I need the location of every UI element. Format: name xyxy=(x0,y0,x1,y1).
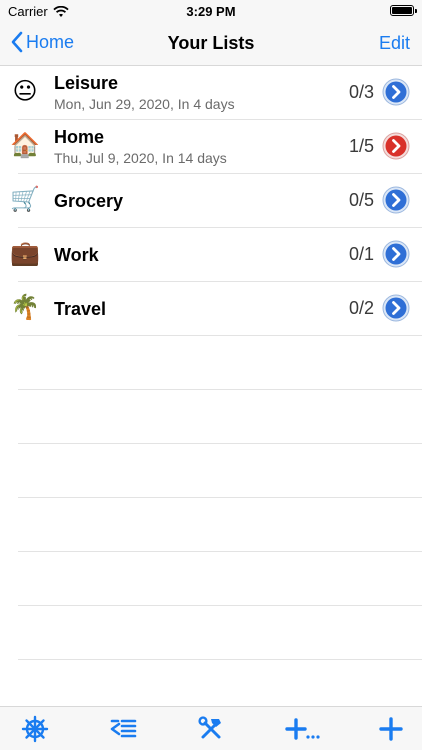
briefcase-icon: 💼 xyxy=(10,240,40,267)
empty-row xyxy=(0,552,422,606)
tools-icon[interactable] xyxy=(197,715,225,743)
list-row-travel[interactable]: 🌴 Travel 0/2 xyxy=(0,282,422,336)
list-row-leisure[interactable]: 😐 Leisure Mon, Jun 29, 2020, In 4 days 0… xyxy=(0,66,422,120)
list-name: Work xyxy=(54,245,99,265)
detail-arrow-icon[interactable] xyxy=(382,132,410,160)
ship-wheel-icon[interactable] xyxy=(21,715,49,743)
detail-arrow-icon[interactable] xyxy=(382,78,410,106)
list-name: Grocery xyxy=(54,191,124,211)
list-progress: 0/2 xyxy=(348,298,374,318)
add-more-icon[interactable] xyxy=(284,715,320,743)
bottom-toolbar xyxy=(0,706,422,750)
navigation-bar: Home Your Lists Edit xyxy=(0,22,422,66)
outdent-list-icon[interactable] xyxy=(109,715,137,743)
list-progress: 0/1 xyxy=(348,244,374,264)
battery-icon xyxy=(390,5,417,16)
palm-tree-icon: 🌴 xyxy=(10,294,40,321)
detail-arrow-icon[interactable] xyxy=(382,186,410,214)
list-name: Travel xyxy=(54,299,107,319)
list-progress: 0/5 xyxy=(348,190,374,210)
empty-row xyxy=(0,390,422,444)
page-title: Your Lists xyxy=(167,33,255,53)
edit-button[interactable]: Edit xyxy=(379,33,410,54)
add-icon[interactable] xyxy=(377,715,405,743)
status-bar: Carrier 3:29 PM xyxy=(0,0,422,22)
detail-arrow-icon[interactable] xyxy=(382,240,410,268)
list-progress: 1/5 xyxy=(348,136,374,156)
list-name: Leisure xyxy=(54,73,119,93)
list-due-date: Thu, Jul 9, 2020, In 14 days xyxy=(54,150,227,166)
empty-row xyxy=(0,606,422,660)
list-row-home[interactable]: 🏠 Home Thu, Jul 9, 2020, In 14 days 1/5 xyxy=(0,120,422,174)
lists-table: 😐 Leisure Mon, Jun 29, 2020, In 4 days 0… xyxy=(0,66,422,660)
shopping-cart-icon: 🛒 xyxy=(10,186,40,213)
detail-arrow-icon[interactable] xyxy=(382,294,410,322)
house-icon: 🏠 xyxy=(10,132,40,159)
list-row-grocery[interactable]: 🛒 Grocery 0/5 xyxy=(0,174,422,228)
list-progress: 0/3 xyxy=(348,82,374,102)
list-name: Home xyxy=(54,127,105,147)
list-due-date: Mon, Jun 29, 2020, In 4 days xyxy=(54,96,235,112)
list-row-work[interactable]: 💼 Work 0/1 xyxy=(0,228,422,282)
empty-row xyxy=(0,336,422,390)
empty-row xyxy=(0,444,422,498)
empty-row xyxy=(0,498,422,552)
status-time: 3:29 PM xyxy=(186,4,236,19)
smiley-face-icon: 😐 xyxy=(12,78,38,105)
